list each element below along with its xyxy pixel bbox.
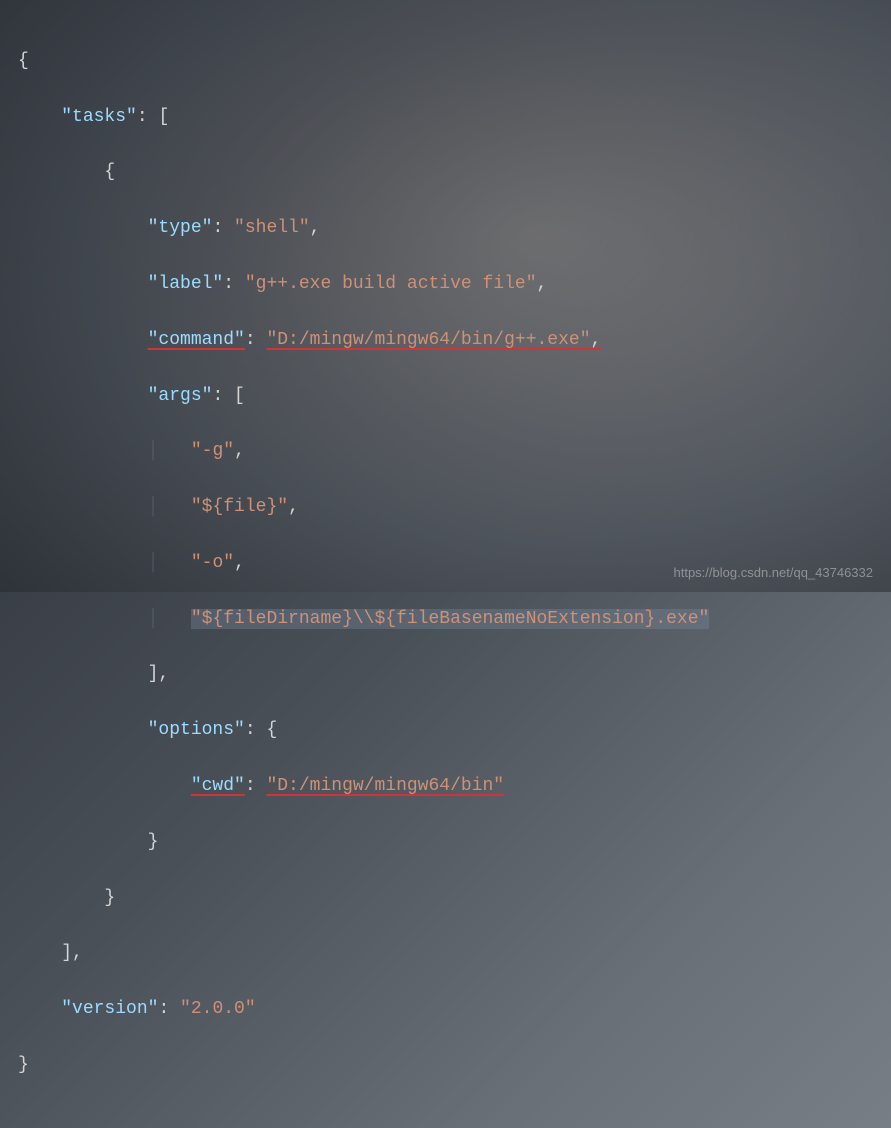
json-arg-0: "-g"	[191, 441, 234, 461]
json-arg-1: "${file}"	[191, 497, 288, 517]
json-key-tasks: "tasks"	[61, 107, 137, 127]
json-key-command: "command"	[148, 330, 245, 350]
json-value-command: "D:/mingw/mingw64/bin/g++.exe"	[266, 330, 590, 350]
json-value-version: "2.0.0"	[180, 999, 256, 1019]
json-value-type: "shell"	[234, 218, 310, 238]
json-key-type: "type"	[148, 218, 213, 238]
json-value-label: "g++.exe build active file"	[245, 274, 537, 294]
json-key-label: "label"	[148, 274, 224, 294]
watermark-text: https://blog.csdn.net/qq_43746332	[674, 565, 874, 580]
json-key-cwd: "cwd"	[191, 776, 245, 796]
json-key-version: "version"	[61, 999, 158, 1019]
json-arg-2: "-o"	[191, 553, 234, 573]
json-value-cwd: "D:/mingw/mingw64/bin"	[266, 776, 504, 796]
json-key-args: "args"	[148, 386, 213, 406]
json-code-editor[interactable]: { "tasks": [ { "type": "shell", "label":…	[0, 0, 891, 1128]
json-arg-3: "${fileDirname}\\${fileBasenameNoExtensi…	[191, 609, 709, 629]
json-key-options: "options"	[148, 720, 245, 740]
